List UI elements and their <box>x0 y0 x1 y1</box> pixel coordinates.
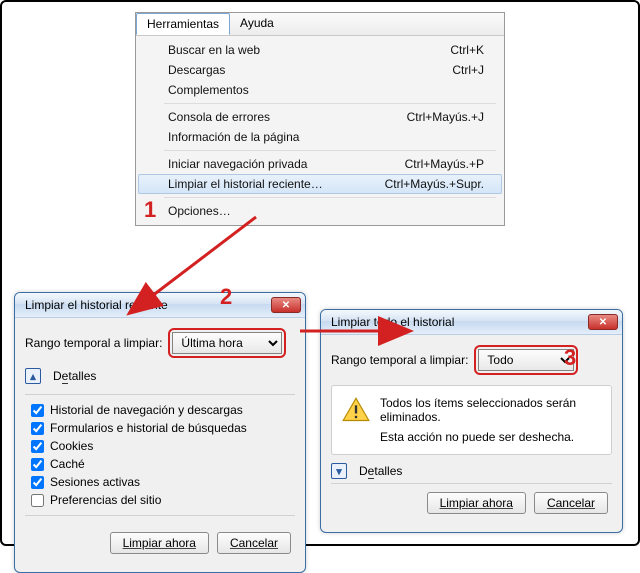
menu-item[interactable]: Opciones… <box>138 201 502 221</box>
menu-item-shortcut: Ctrl+K <box>450 43 484 57</box>
details-checkbox-label: Cookies <box>50 439 93 453</box>
menu-item-shortcut: Ctrl+Mayús.+P <box>405 157 484 171</box>
dialog-clear-all-history: Limpiar todo el historial ✕ Rango tempor… <box>320 309 623 533</box>
callout-3: 3 <box>564 345 576 371</box>
warning-line2: Esta acción no puede ser deshecha. <box>380 430 601 444</box>
time-range-select[interactable]: Última hora <box>172 332 282 354</box>
menu-separator <box>164 197 496 198</box>
details-checkbox-label: Preferencias del sitio <box>50 493 161 507</box>
details-label[interactable]: Detalles <box>53 369 96 383</box>
cancel-button[interactable]: Cancelar <box>217 532 291 554</box>
tools-menu-panel: Herramientas Ayuda Buscar en la web Ctrl+… <box>135 12 505 226</box>
menubar: Herramientas Ayuda <box>136 13 504 36</box>
details-checkbox-row[interactable]: Historial de navegación y descargas <box>29 401 291 419</box>
details-checkbox-label: Caché <box>50 457 85 471</box>
range-label: Rango temporal a limpiar: <box>331 353 468 367</box>
menubar-help[interactable]: Ayuda <box>230 13 284 35</box>
details-toggle-icon[interactable]: ▴ <box>25 368 41 384</box>
menu-item-label: Consola de errores <box>168 110 270 124</box>
menu-item-label: Información de la página <box>168 130 299 144</box>
menu-separator <box>164 103 496 104</box>
dialog-clear-recent-history: Limpiar el historial reciente ✕ Rango te… <box>14 292 306 573</box>
menubar-tools[interactable]: Herramientas <box>136 13 230 35</box>
menu-item-label: Descargas <box>168 63 225 77</box>
clear-now-button[interactable]: Limpiar ahora <box>110 532 209 554</box>
warning-icon <box>342 396 370 444</box>
dialog2-title: Limpiar todo el historial <box>331 315 454 329</box>
menu-item[interactable]: Complementos <box>138 80 502 100</box>
details-checkbox-row[interactable]: Sesiones activas <box>29 473 291 491</box>
details-checkbox[interactable] <box>31 422 44 435</box>
menu-item-shortcut: Ctrl+Mayús.+J <box>407 110 484 124</box>
menu-item[interactable]: Limpiar el historial reciente… Ctrl+Mayús… <box>138 174 502 194</box>
details-checkbox-label: Sesiones activas <box>50 475 140 489</box>
range-highlight: Todo <box>474 345 578 375</box>
menu-item[interactable]: Iniciar navegación privada Ctrl+Mayús.+P <box>138 154 502 174</box>
details-checkbox-label: Formularios e historial de búsquedas <box>50 421 247 435</box>
menu-item-shortcut: Ctrl+J <box>452 63 484 77</box>
cancel-button[interactable]: Cancelar <box>534 492 608 514</box>
details-list: Historial de navegación y descargas Formu… <box>25 394 295 516</box>
details-checkbox[interactable] <box>31 404 44 417</box>
details-checkbox-label: Historial de navegación y descargas <box>50 403 243 417</box>
tools-menu: Buscar en la web Ctrl+K Descargas Ctrl+J Com… <box>136 36 504 225</box>
details-checkbox[interactable] <box>31 476 44 489</box>
menu-item-label: Buscar en la web <box>168 43 260 57</box>
callout-2: 2 <box>220 284 232 310</box>
details-checkbox[interactable] <box>31 494 44 507</box>
menu-item-label: Complementos <box>168 83 249 97</box>
range-label: Rango temporal a limpiar: <box>25 336 162 350</box>
details-checkbox-row[interactable]: Caché <box>29 455 291 473</box>
clear-now-button[interactable]: Limpiar ahora <box>427 492 526 514</box>
details-checkbox-row[interactable]: Preferencias del sitio <box>29 491 291 509</box>
close-button[interactable]: ✕ <box>271 297 301 313</box>
range-highlight: Última hora <box>168 328 286 358</box>
menu-item-shortcut: Ctrl+Mayús.+Supr. <box>385 177 484 191</box>
warning-line1: Todos los ítems seleccionados serán elim… <box>380 396 601 424</box>
details-checkbox-row[interactable]: Formularios e historial de búsquedas <box>29 419 291 437</box>
details-toggle-icon[interactable]: ▾ <box>331 463 347 479</box>
details-checkbox[interactable] <box>31 458 44 471</box>
menu-item-label: Opciones… <box>168 204 231 218</box>
close-button[interactable]: ✕ <box>588 314 618 330</box>
details-checkbox[interactable] <box>31 440 44 453</box>
menu-item[interactable]: Consola de errores Ctrl+Mayús.+J <box>138 107 502 127</box>
menu-item[interactable]: Información de la página <box>138 127 502 147</box>
menu-item-label: Iniciar navegación privada <box>168 157 307 171</box>
dialog1-title: Limpiar el historial reciente <box>25 298 168 312</box>
callout-1: 1 <box>144 197 156 223</box>
menu-item[interactable]: Buscar en la web Ctrl+K <box>138 40 502 60</box>
time-range-select[interactable]: Todo <box>478 349 574 371</box>
menu-item-label: Limpiar el historial reciente… <box>168 177 323 191</box>
details-label[interactable]: Detalles <box>359 464 402 478</box>
warning-box: Todos los ítems seleccionados serán elim… <box>331 385 612 455</box>
menu-separator <box>164 150 496 151</box>
details-checkbox-row[interactable]: Cookies <box>29 437 291 455</box>
menu-item[interactable]: Descargas Ctrl+J <box>138 60 502 80</box>
